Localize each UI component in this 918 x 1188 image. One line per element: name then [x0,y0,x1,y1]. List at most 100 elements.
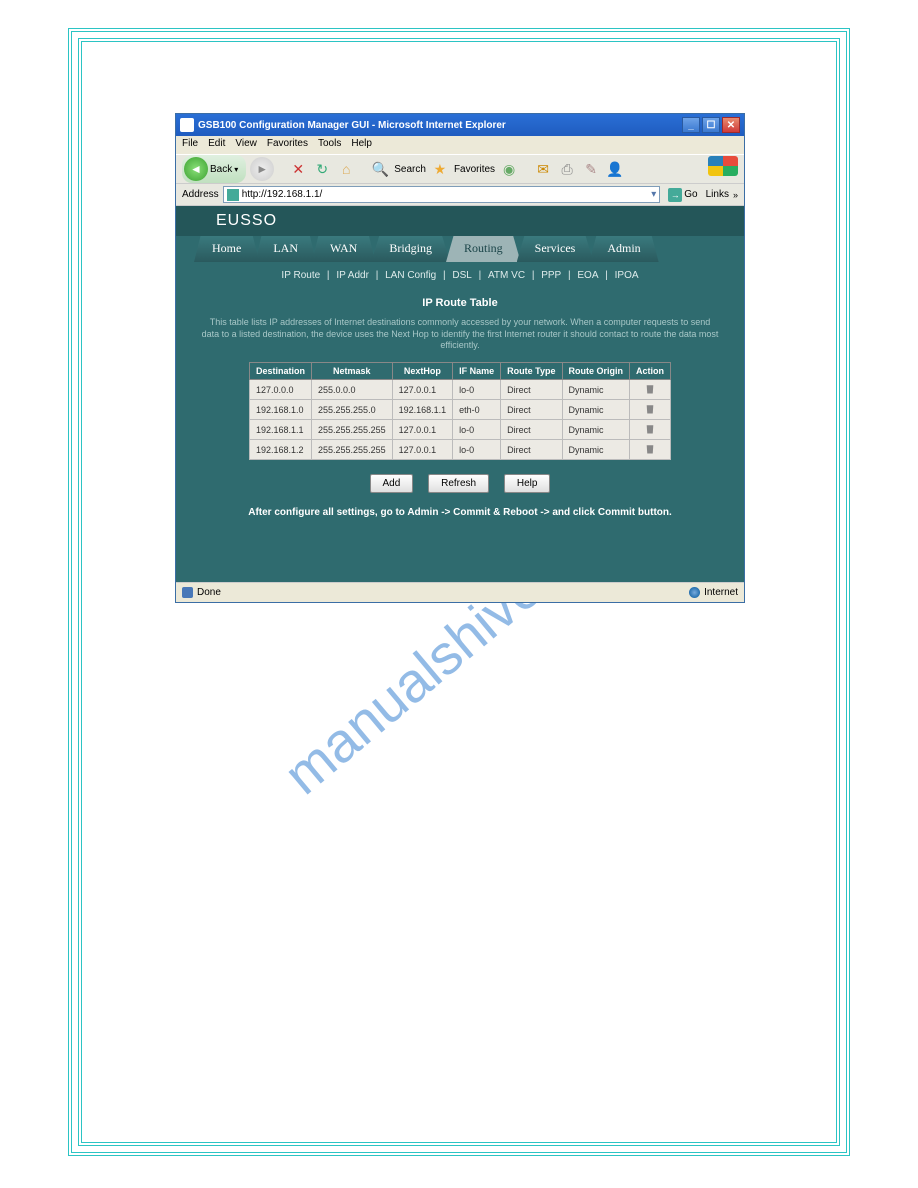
close-button[interactable]: ✕ [722,117,740,133]
menu-tools[interactable]: Tools [318,138,341,152]
table-cell: Dynamic [562,420,630,440]
links-label[interactable]: Links [706,189,729,200]
search-label[interactable]: Search [394,164,426,175]
table-header-row: Destination Netmask NextHop IF Name Rout… [250,363,671,380]
titlebar[interactable]: GSB100 Configuration Manager GUI - Micro… [176,114,744,136]
table-cell: 192.168.1.0 [250,400,312,420]
table-row: 127.0.0.0255.0.0.0127.0.0.1lo-0DirectDyn… [250,380,671,400]
subtab-atmvc[interactable]: ATM VC [484,270,529,281]
col-netmask: Netmask [312,363,393,380]
subtab-iproute[interactable]: IP Route [277,270,324,281]
page-description: This table lists IP addresses of Interne… [176,317,744,352]
table-cell: Direct [501,380,562,400]
trash-icon[interactable] [645,383,656,394]
tab-bridging[interactable]: Bridging [371,236,450,262]
table-cell: 127.0.0.0 [250,380,312,400]
subtab-ipoa[interactable]: IPOA [611,270,643,281]
maximize-button[interactable]: ☐ [702,117,720,133]
page-title: IP Route Table [176,297,744,309]
menu-help[interactable]: Help [351,138,372,152]
globe-icon [689,587,700,598]
stop-icon[interactable]: ✕ [288,159,308,179]
address-label: Address [182,189,219,200]
refresh-button[interactable]: Refresh [428,474,489,493]
addressbar: Address http://192.168.1.1/ ▾ → Go Links… [176,184,744,206]
address-dropdown-icon[interactable]: ▾ [651,189,656,200]
trash-icon[interactable] [645,443,656,454]
address-url: http://192.168.1.1/ [242,189,649,200]
refresh-icon[interactable]: ↻ [312,159,332,179]
mail-icon[interactable]: ✉ [533,159,553,179]
minimize-button[interactable]: _ [682,117,700,133]
header-strip: EUSSO [176,206,744,236]
go-icon: → [668,188,682,202]
address-input[interactable]: http://192.168.1.1/ ▾ [223,186,661,203]
messenger-icon[interactable]: 👤 [605,159,625,179]
trash-icon[interactable] [645,423,656,434]
action-buttons: Add Refresh Help [176,474,744,493]
table-cell: 255.255.255.255 [312,420,393,440]
subtab-eoa[interactable]: EOA [573,270,602,281]
subtab-lanconfig[interactable]: LAN Config [381,270,440,281]
table-cell: 127.0.0.1 [392,440,453,460]
sub-tabs: IP Route | IP Addr | LAN Config | DSL | … [176,262,744,289]
subtab-ppp[interactable]: PPP [537,270,565,281]
table-cell: lo-0 [453,420,501,440]
main-tabs: Home LAN WAN Bridging Routing Services A… [176,236,744,262]
page-icon [227,189,239,201]
menu-file[interactable]: File [182,138,198,152]
col-ifname: IF Name [453,363,501,380]
edit-icon[interactable]: ✎ [581,159,601,179]
help-button[interactable]: Help [504,474,551,493]
forward-button[interactable]: ► [250,157,274,181]
menu-edit[interactable]: Edit [208,138,225,152]
tab-home[interactable]: Home [194,236,259,262]
links-expand-icon[interactable]: » [733,190,738,200]
action-cell [630,440,671,460]
trash-icon[interactable] [645,403,656,414]
toolbar: ◄ Back ▾ ► ✕ ↻ ⌂ 🔍 Search ★ Favorites ◉ … [176,154,744,184]
tab-lan[interactable]: LAN [255,236,316,262]
add-button[interactable]: Add [370,474,414,493]
table-row: 192.168.1.2255.255.255.255127.0.0.1lo-0D… [250,440,671,460]
back-dropdown-icon[interactable]: ▾ [234,165,238,174]
favorites-label[interactable]: Favorites [454,164,495,175]
print-icon[interactable]: ⎙ [557,159,577,179]
go-button[interactable]: → Go [664,187,701,203]
media-icon[interactable]: ◉ [499,159,519,179]
zone-text: Internet [704,587,738,598]
app-icon [180,118,194,132]
go-label: Go [684,189,697,200]
table-cell: 255.255.255.0 [312,400,393,420]
back-icon: ◄ [184,157,208,181]
home-icon[interactable]: ⌂ [336,159,356,179]
menu-view[interactable]: View [235,138,257,152]
favorites-icon[interactable]: ★ [430,159,450,179]
page-content: EUSSO Home LAN WAN Bridging Routing Serv… [176,206,744,582]
table-cell: lo-0 [453,380,501,400]
browser-window: GSB100 Configuration Manager GUI - Micro… [175,113,745,603]
col-destination: Destination [250,363,312,380]
tab-admin[interactable]: Admin [589,236,658,262]
table-cell: Dynamic [562,380,630,400]
tab-services[interactable]: Services [517,236,594,262]
windows-logo-icon [708,156,738,176]
back-button[interactable]: ◄ Back ▾ [182,155,246,183]
search-icon[interactable]: 🔍 [370,159,390,179]
tab-wan[interactable]: WAN [312,236,375,262]
table-cell: 127.0.0.1 [392,380,453,400]
col-nexthop: NextHop [392,363,453,380]
table-cell: lo-0 [453,440,501,460]
footer-note: After configure all settings, go to Admi… [176,507,744,518]
subtab-ipaddr[interactable]: IP Addr [332,270,373,281]
statusbar: Done Internet [176,582,744,602]
table-cell: eth-0 [453,400,501,420]
status-icon [182,587,193,598]
table-cell: Dynamic [562,400,630,420]
table-cell: Direct [501,400,562,420]
tab-routing[interactable]: Routing [446,236,521,262]
table-row: 192.168.1.1255.255.255.255127.0.0.1lo-0D… [250,420,671,440]
subtab-dsl[interactable]: DSL [448,270,475,281]
menu-favorites[interactable]: Favorites [267,138,308,152]
status-text: Done [197,587,221,598]
